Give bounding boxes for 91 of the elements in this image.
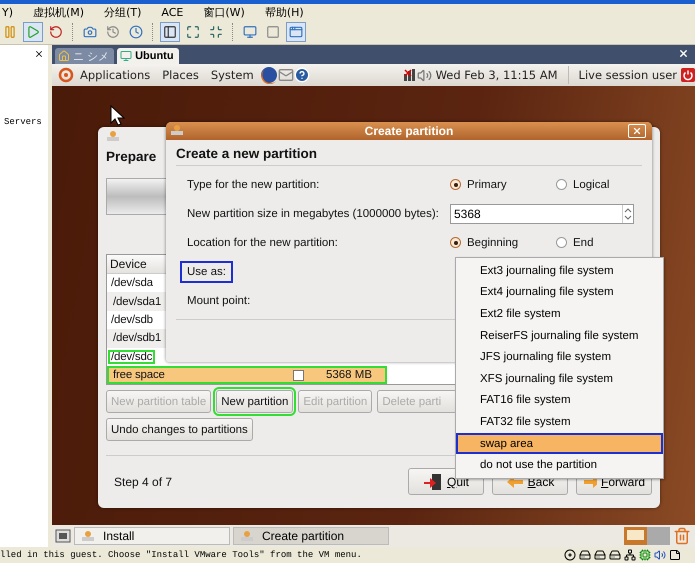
close-icon[interactable] xyxy=(34,49,44,59)
table-cell-text: /dev/sdb xyxy=(110,312,154,327)
menu-option[interactable]: Ext2 file system xyxy=(456,303,663,325)
sidebar-item[interactable]: Servers xyxy=(4,117,42,127)
radio-label: Logical xyxy=(573,178,610,190)
dialog-title: Create partition xyxy=(364,124,454,138)
panel-menu[interactable]: System xyxy=(210,68,254,82)
field-label: Location for the new partition: xyxy=(186,236,339,250)
show-desktop-icon[interactable] xyxy=(55,528,71,544)
logo-icon[interactable] xyxy=(58,67,74,83)
radio-option[interactable]: Logical xyxy=(556,178,662,190)
cursor-icon xyxy=(109,104,125,126)
table-cell: /dev/sdc xyxy=(108,350,156,364)
taskbar-button[interactable]: Create partition xyxy=(233,527,389,545)
exit-door-icon xyxy=(422,472,443,491)
close-icon[interactable] xyxy=(678,48,689,59)
radio-label: Primary xyxy=(467,178,507,190)
app-window-icon[interactable] xyxy=(286,22,306,42)
menu-option[interactable]: XFS journaling file system xyxy=(456,368,663,390)
browser-icon[interactable] xyxy=(260,66,278,84)
page-title: Prepare xyxy=(106,149,156,166)
table-cell: free space xyxy=(113,369,165,382)
table-cell: /dev/sdb1 xyxy=(113,332,162,344)
size-spinner[interactable]: 5368 xyxy=(450,204,634,224)
disc-icon[interactable] xyxy=(564,549,576,561)
menu-option[interactable]: ReiserFS journaling file system xyxy=(456,324,663,346)
mail-icon[interactable] xyxy=(278,67,294,83)
menu-item[interactable]: 虚拟机(M) xyxy=(31,4,86,20)
field-label: Mount point: xyxy=(186,294,252,308)
radio-option[interactable]: Primary xyxy=(450,178,556,190)
home-icon xyxy=(58,50,70,62)
radio-label: Beginning xyxy=(467,236,518,248)
status-message: lled in this guest. Choose "Install VMware Tools" from the VM menu. xyxy=(0,550,362,560)
radio-button[interactable] xyxy=(450,179,461,190)
radio-button[interactable] xyxy=(450,237,461,248)
field-label: Type for the new partition: xyxy=(186,178,320,192)
chip-icon[interactable] xyxy=(639,549,651,561)
menu-option[interactable]: Ext3 journaling file system xyxy=(456,260,663,282)
installer-icon xyxy=(240,530,254,542)
field-label: New partition size in megabytes (1000000 bytes): xyxy=(186,206,440,222)
panel-menu[interactable]: Places xyxy=(162,68,199,82)
radio-button[interactable] xyxy=(556,179,567,190)
menu-item[interactable]: 窗口(W) xyxy=(201,4,247,20)
workspace-switcher[interactable] xyxy=(624,527,670,545)
radio-option[interactable]: Beginning xyxy=(450,236,556,248)
sidebar-icon[interactable] xyxy=(160,22,180,42)
note-icon[interactable] xyxy=(669,549,681,561)
menu-option[interactable]: Ext4 journaling file system xyxy=(456,282,663,304)
menu-item[interactable]: 分组(T) xyxy=(102,4,144,20)
drive-icon[interactable] xyxy=(579,549,591,561)
close-icon xyxy=(632,126,642,136)
table-cell: /dev/sda1 xyxy=(113,296,162,308)
menu-item[interactable]: Y) xyxy=(0,6,16,18)
drive-icon[interactable] xyxy=(609,549,621,561)
radio-option[interactable]: End xyxy=(556,236,662,248)
installer-icon xyxy=(106,130,120,142)
network-icon[interactable] xyxy=(624,549,636,561)
table-cell-text: 5368 MB xyxy=(325,369,374,382)
monitor-icon xyxy=(120,50,132,62)
panel-menu[interactable]: Applications xyxy=(80,68,150,82)
speaker-icon[interactable] xyxy=(654,549,666,561)
partition-button[interactable]: New partition xyxy=(216,390,294,414)
field-label: Use as: xyxy=(180,260,233,282)
menu-option[interactable]: FAT16 file system xyxy=(456,390,663,412)
menu-option[interactable]: swap area xyxy=(456,432,663,454)
undo-button[interactable]: Undo changes to partitions xyxy=(106,418,253,442)
help-icon[interactable] xyxy=(294,67,310,83)
size-field[interactable]: 5368 xyxy=(451,206,622,222)
close-button[interactable] xyxy=(628,124,646,138)
user-name[interactable]: Live session user xyxy=(578,68,677,82)
dialog-heading: Create a new partition xyxy=(176,146,318,161)
table-row[interactable]: free space 5368 MB xyxy=(107,366,387,384)
installer-icon xyxy=(170,124,184,136)
network-icon xyxy=(402,68,417,82)
drive-icon[interactable] xyxy=(594,549,606,561)
clock: Wed Feb 3, 11:15 AM xyxy=(436,68,558,82)
table-cell-text: /dev/sda xyxy=(110,276,154,290)
play-icon[interactable] xyxy=(23,22,43,42)
installer-icon xyxy=(81,530,95,542)
radio-label: End xyxy=(573,236,594,248)
taskbar-button[interactable]: Install xyxy=(74,527,230,545)
speaker-icon[interactable] xyxy=(416,68,432,82)
checkbox[interactable] xyxy=(292,370,304,381)
menu-option[interactable]: FAT32 file system xyxy=(456,411,663,433)
power-icon[interactable] xyxy=(681,68,695,82)
step-label: Step 4 of 7 xyxy=(114,474,172,489)
menu-item[interactable]: 帮助(H) xyxy=(262,4,306,20)
menu-item[interactable]: ACE xyxy=(159,6,186,18)
radio-button[interactable] xyxy=(556,237,567,248)
menu-option[interactable]: JFS journaling file system xyxy=(456,346,663,368)
vm-tab[interactable]: Ubuntu xyxy=(117,48,179,64)
